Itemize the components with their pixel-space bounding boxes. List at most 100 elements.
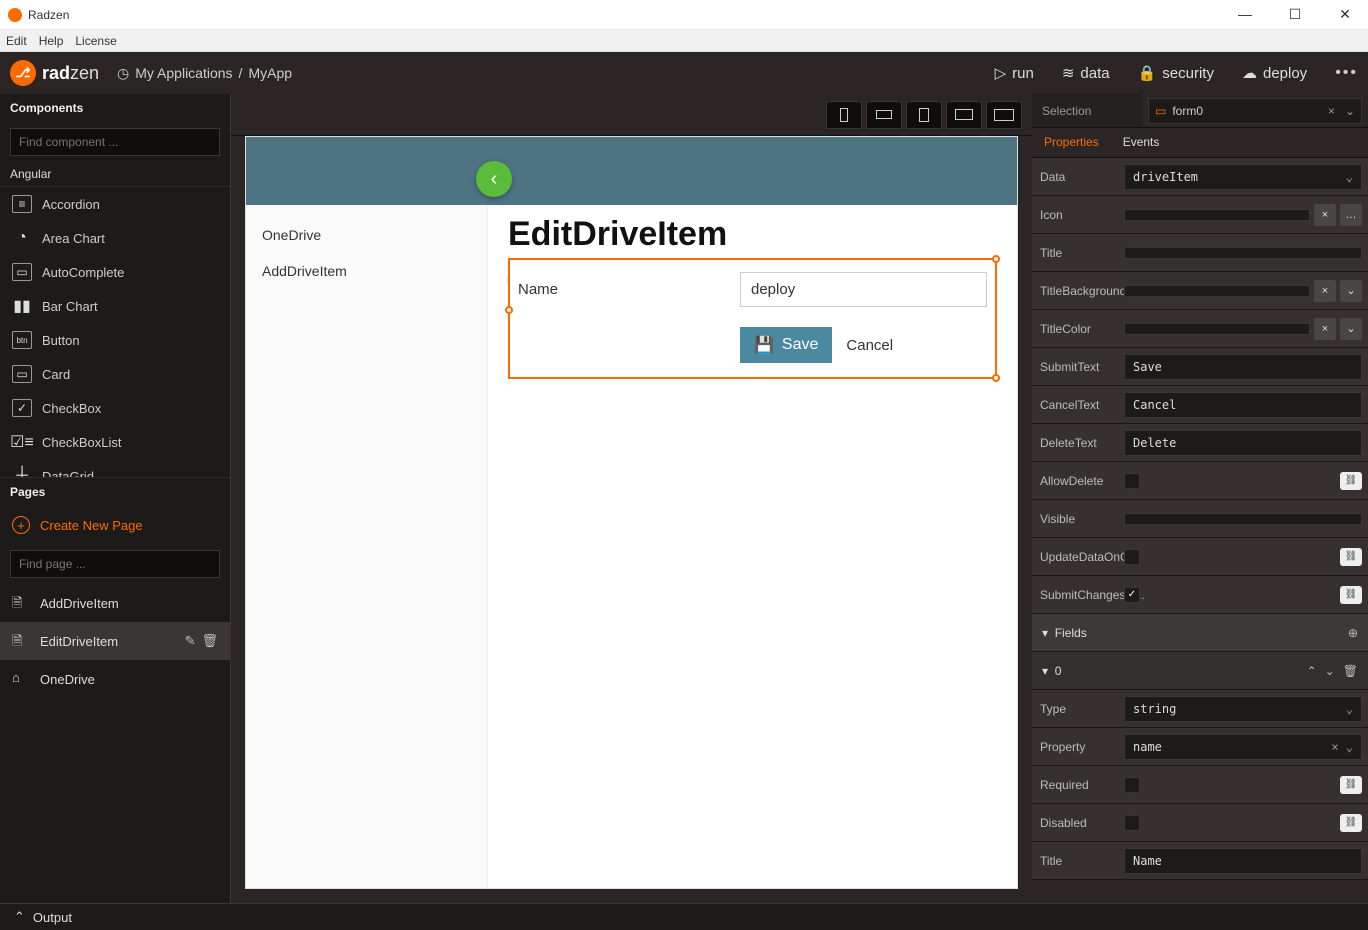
component-button[interactable]: btnButton: [0, 323, 230, 357]
selection-value[interactable]: ▭form0×⌄: [1148, 98, 1362, 124]
device-tablet-portrait[interactable]: [906, 101, 942, 129]
prop-titlecolor-dd[interactable]: ⌄: [1340, 318, 1362, 340]
prop-submitchanges-bind[interactable]: ⛓: [1340, 586, 1362, 604]
prop-disabled-bind[interactable]: ⛓: [1340, 814, 1362, 832]
breadcrumb: ◷ My Applications / MyApp: [117, 65, 292, 82]
selection-label: Selection: [1032, 94, 1142, 127]
run-action[interactable]: ▷run: [995, 64, 1034, 82]
menu-edit[interactable]: Edit: [6, 34, 27, 48]
output-panel-toggle[interactable]: ⌃ Output: [0, 903, 1368, 930]
prop-titlecolor-input[interactable]: [1124, 323, 1310, 335]
component-search-input[interactable]: [10, 128, 220, 156]
deploy-action[interactable]: ☁deploy: [1242, 64, 1307, 82]
tab-events[interactable]: Events: [1111, 128, 1172, 157]
prop-type-value: string: [1133, 702, 1176, 716]
back-button[interactable]: ‹: [476, 161, 512, 197]
save-button[interactable]: 💾Save: [740, 327, 832, 363]
component-category[interactable]: Angular: [0, 162, 230, 187]
prop-deletetext-input[interactable]: Delete: [1124, 430, 1362, 456]
prop-submitchanges-check[interactable]: ✓: [1124, 587, 1140, 603]
fields-group[interactable]: ▾ Fields⊕: [1032, 614, 1368, 652]
device-desktop[interactable]: [986, 101, 1022, 129]
window-maximize[interactable]: ☐: [1280, 6, 1310, 23]
component-datagrid[interactable]: ┼DataGrid: [0, 459, 230, 477]
field-0-group[interactable]: ▾ 0⌃⌄🗑: [1032, 652, 1368, 690]
prop-titlebg-dd[interactable]: ⌄: [1340, 280, 1362, 302]
nav-adddriveitem[interactable]: AddDriveItem: [246, 253, 487, 289]
brand-text-light: zen: [70, 63, 99, 83]
window-title: Radzen: [28, 8, 69, 22]
prop-property-value: name: [1133, 740, 1162, 754]
component-checkbox[interactable]: ✓CheckBox: [0, 391, 230, 425]
component-card[interactable]: ▭Card: [0, 357, 230, 391]
prop-titlecolor-clear[interactable]: ×: [1314, 318, 1336, 340]
device-phone-portrait[interactable]: [826, 101, 862, 129]
prop-ftitle-input[interactable]: Name: [1124, 848, 1362, 874]
prop-label-property: Property: [1032, 740, 1124, 754]
prop-data-select[interactable]: driveItem⌄: [1124, 164, 1362, 190]
page-item-onedrive[interactable]: ⌂OneDrive: [0, 660, 230, 698]
component-autocomplete[interactable]: ▭AutoComplete: [0, 255, 230, 289]
edit-page-icon[interactable]: ✎: [185, 633, 196, 649]
data-action[interactable]: ≋data: [1062, 64, 1110, 82]
prop-title-input[interactable]: [1124, 247, 1362, 259]
prop-property-select[interactable]: name× ⌄: [1124, 734, 1362, 760]
prop-titlebg-clear[interactable]: ×: [1314, 280, 1336, 302]
collapse-icon: ▾: [1042, 626, 1048, 640]
prop-label-title: Title: [1032, 246, 1124, 260]
page-item-editdriveitem[interactable]: 🗎EditDriveItem✎🗑: [0, 622, 230, 660]
collapse-icon: ▾: [1042, 664, 1048, 678]
add-field-icon[interactable]: ⊕: [1348, 626, 1358, 640]
selection-dropdown[interactable]: ⌄: [1345, 104, 1355, 118]
field-delete-icon[interactable]: 🗑: [1343, 664, 1358, 678]
component-accordion[interactable]: ≡Accordion: [0, 187, 230, 221]
delete-page-icon[interactable]: 🗑: [201, 633, 218, 649]
component-area-chart[interactable]: ◔Area Chart: [0, 221, 230, 255]
device-tablet-landscape[interactable]: [946, 101, 982, 129]
prop-canceltext-input[interactable]: Cancel: [1124, 392, 1362, 418]
field-up-icon[interactable]: ⌃: [1307, 664, 1317, 678]
page-search-input[interactable]: [10, 550, 220, 578]
selection-text: form0: [1172, 104, 1203, 118]
menu-help[interactable]: Help: [39, 34, 64, 48]
form-component[interactable]: Name 💾Save Cancel: [508, 258, 997, 379]
save-label: Save: [782, 336, 818, 354]
prop-submittext-input[interactable]: Save: [1124, 354, 1362, 380]
prop-required-check[interactable]: [1124, 777, 1140, 793]
prop-updatedata-bind[interactable]: ⛓: [1340, 548, 1362, 566]
prop-required-bind[interactable]: ⛓: [1340, 776, 1362, 794]
prop-type-select[interactable]: string⌄: [1124, 696, 1362, 722]
cancel-button[interactable]: Cancel: [846, 337, 893, 354]
prop-icon-pick[interactable]: …: [1340, 204, 1362, 226]
tab-properties[interactable]: Properties: [1032, 128, 1111, 157]
component-bar-chart[interactable]: ▮▮Bar Chart: [0, 289, 230, 323]
prop-updatedata-check[interactable]: [1124, 549, 1140, 565]
window-minimize[interactable]: —: [1230, 6, 1260, 23]
breadcrumb-app[interactable]: MyApp: [248, 65, 292, 81]
security-action[interactable]: 🔒security: [1138, 64, 1214, 82]
clear-selection[interactable]: ×: [1324, 104, 1339, 118]
more-menu[interactable]: •••: [1335, 64, 1358, 82]
create-new-page[interactable]: + Create New Page: [0, 506, 230, 544]
component-checkboxlist[interactable]: ☑≡CheckBoxList: [0, 425, 230, 459]
nav-onedrive[interactable]: OneDrive: [246, 217, 487, 253]
device-phone-landscape[interactable]: [866, 101, 902, 129]
window-titlebar: Radzen — ☐ ✕: [0, 0, 1368, 30]
window-close[interactable]: ✕: [1330, 6, 1360, 23]
field-down-icon[interactable]: ⌄: [1325, 664, 1335, 678]
prop-icon-clear[interactable]: ×: [1314, 204, 1336, 226]
prop-icon-input[interactable]: [1124, 209, 1310, 221]
prop-allowdelete-bind[interactable]: ⛓: [1340, 472, 1362, 490]
prop-disabled-check[interactable]: [1124, 815, 1140, 831]
page-item-adddriveitem[interactable]: 🗎AddDriveItem: [0, 584, 230, 622]
menu-license[interactable]: License: [75, 34, 116, 48]
prop-titlebg-input[interactable]: [1124, 285, 1310, 297]
design-canvas[interactable]: ‹ OneDrive AddDriveItem EditDriveItem ✥F…: [245, 136, 1018, 889]
prop-label-type: Type: [1032, 702, 1124, 716]
form-name-input[interactable]: [740, 272, 987, 307]
prop-allowdelete-check[interactable]: [1124, 473, 1140, 489]
breadcrumb-apps[interactable]: My Applications: [135, 65, 232, 81]
prop-visible-input[interactable]: [1124, 513, 1362, 525]
brand-icon: ⎇: [10, 60, 36, 86]
page-sidebar-nav: OneDrive AddDriveItem: [246, 205, 488, 888]
